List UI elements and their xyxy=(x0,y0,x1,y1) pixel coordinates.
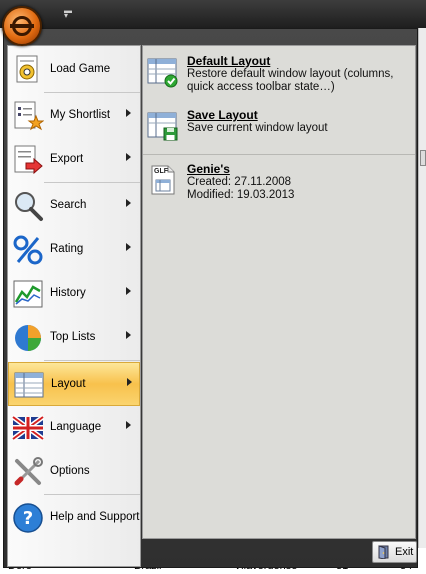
menu-item-label: Options xyxy=(50,465,90,477)
menu-item-help-and-support[interactable]: ? Help and Support xyxy=(8,496,140,540)
menu-item-label: Search xyxy=(50,199,87,211)
save-layout-icon xyxy=(147,112,178,141)
menu-item-label: Rating xyxy=(50,243,84,255)
application-orb-button[interactable] xyxy=(2,6,42,46)
shortlist-icon xyxy=(14,101,44,131)
save-layout-description: Save current window layout xyxy=(187,122,328,134)
layout-table-icon xyxy=(14,372,44,398)
title-bar: ▬ ▾ xyxy=(0,0,426,28)
menu-item-label: Help and Support xyxy=(50,511,140,523)
menu-item-my-shortlist[interactable]: My Shortlist xyxy=(8,94,140,138)
menu-item-label: History xyxy=(50,287,86,299)
menu-item-language[interactable]: Language xyxy=(8,406,140,450)
background-scroll-button xyxy=(420,150,426,166)
svg-text:?: ? xyxy=(23,508,33,529)
default-layout-icon xyxy=(147,58,178,88)
menu-item-label: Layout xyxy=(51,378,86,390)
magnifier-icon xyxy=(15,192,43,221)
menu-item-layout[interactable]: Layout xyxy=(8,362,140,406)
exit-label: Exit xyxy=(395,546,414,558)
default-layout-title: Default Layout xyxy=(187,54,271,68)
submenu-arrow-icon xyxy=(127,378,132,386)
default-layout-description-1: Restore default window layout (columns, xyxy=(187,68,394,80)
submenu-arrow-icon xyxy=(126,199,131,207)
default-layout-item[interactable]: Default Layout Restore default window la… xyxy=(147,54,413,94)
panel-separator xyxy=(143,154,415,155)
help-icon: ? xyxy=(13,503,43,533)
uk-flag-icon xyxy=(12,414,44,442)
saved-layout-created: Created: 27.11.2008 xyxy=(187,176,292,188)
submenu-arrow-icon xyxy=(126,287,131,295)
menu-item-label: Top Lists xyxy=(50,331,96,343)
history-chart-icon xyxy=(13,280,43,308)
menu-left-column: Load Game My Shortlist Export Search Rat… xyxy=(7,45,141,567)
saved-layout-title: Genie's xyxy=(187,162,230,176)
exit-button[interactable]: Exit xyxy=(372,541,417,563)
menu-item-history[interactable]: History xyxy=(8,272,140,316)
exit-door-icon xyxy=(378,545,389,559)
orb-logo-bar xyxy=(10,24,34,28)
submenu-arrow-icon xyxy=(126,243,131,251)
submenu-arrow-icon xyxy=(126,331,131,339)
layout-file-badge: GLF xyxy=(154,168,168,175)
save-layout-title: Save Layout xyxy=(187,108,258,122)
menu-item-top-lists[interactable]: Top Lists xyxy=(8,316,140,360)
menu-item-search[interactable]: Search xyxy=(8,184,140,228)
quick-access-toolbar-dropdown-icon[interactable]: ▬ ▾ xyxy=(64,7,72,20)
background-window-edge xyxy=(418,28,426,548)
export-icon xyxy=(14,145,43,175)
submenu-arrow-icon xyxy=(126,153,131,161)
menu-separator xyxy=(44,182,140,183)
layout-submenu-panel: Default Layout Restore default window la… xyxy=(142,45,416,539)
pie-chart-icon xyxy=(15,325,41,351)
menu-item-label: Load Game xyxy=(50,63,111,75)
saved-layout-genies[interactable]: GLF Genie's Created: 27.11.2008 Modified… xyxy=(147,162,413,206)
submenu-arrow-icon xyxy=(126,109,131,117)
saved-layout-modified: Modified: 19.03.2013 xyxy=(187,189,295,201)
menu-separator xyxy=(44,494,140,495)
default-layout-description-2: quick access toolbar state…) xyxy=(187,81,335,93)
menu-item-load-game[interactable]: Load Game xyxy=(8,48,140,92)
load-game-icon xyxy=(16,55,38,83)
save-layout-item[interactable]: Save Layout Save current window layout xyxy=(147,108,413,142)
menu-separator xyxy=(44,360,140,361)
menu-item-export[interactable]: Export xyxy=(8,138,140,182)
menu-item-label: Language xyxy=(50,421,102,433)
percent-icon xyxy=(13,235,43,265)
submenu-arrow-icon xyxy=(126,421,131,429)
application-menu: Load Game My Shortlist Export Search Rat… xyxy=(3,28,418,568)
menu-item-label: Export xyxy=(50,153,84,165)
menu-separator xyxy=(44,92,140,93)
menu-item-options[interactable]: Options xyxy=(8,450,140,494)
menu-item-label: My Shortlist xyxy=(50,109,111,121)
tools-icon xyxy=(14,457,43,486)
menu-item-rating[interactable]: Rating xyxy=(8,228,140,272)
